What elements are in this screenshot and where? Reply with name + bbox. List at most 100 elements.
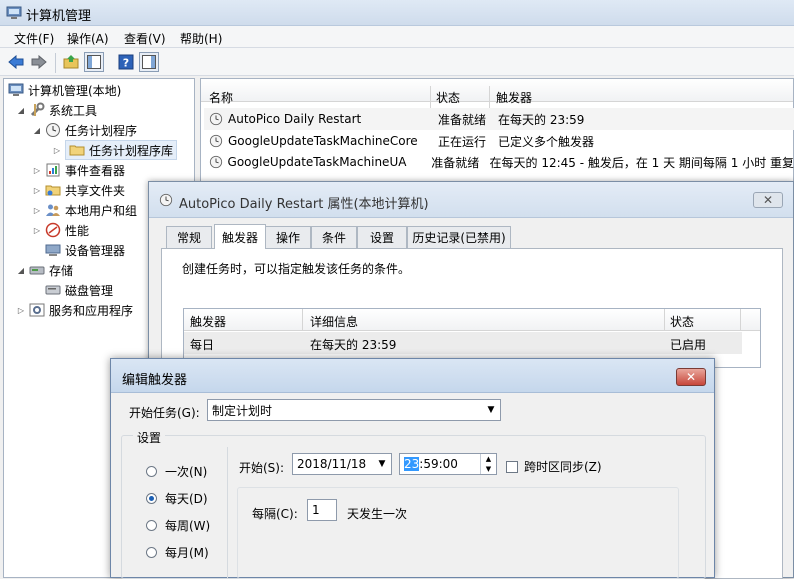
close-icon[interactable]: ✕ <box>676 368 706 386</box>
close-icon[interactable]: ✕ <box>753 192 783 208</box>
task-clock-icon <box>208 154 224 170</box>
tree-item-task-scheduler-library[interactable]: ▷ 任务计划程序库 <box>52 140 177 160</box>
dialog-title-bar <box>111 359 714 393</box>
up-folder-icon[interactable] <box>61 52 81 72</box>
radio-button[interactable] <box>146 520 157 531</box>
recurrence-panel <box>237 487 679 579</box>
task-name: GoogleUpdateTaskMachineUA <box>228 155 432 169</box>
menu-view[interactable]: 查看(V) <box>124 30 166 47</box>
expand-arrow-icon[interactable]: ▷ <box>32 165 42 175</box>
tree-item-event-viewer[interactable]: ▷ 事件查看器 <box>32 160 125 180</box>
menu-file[interactable]: 文件(F) <box>14 30 54 47</box>
forward-arrow-icon[interactable] <box>29 52 49 72</box>
action-pane-icon[interactable] <box>139 52 159 72</box>
radio-button[interactable] <box>146 493 157 504</box>
computer-management-icon <box>6 5 22 21</box>
begin-task-select[interactable]: 制定计划时 ▼ <box>207 399 501 421</box>
grid-column-status[interactable]: 状态 <box>670 313 694 330</box>
spin-down-icon[interactable]: ▼ <box>481 464 496 474</box>
tree-item-label: 系统工具 <box>49 102 97 119</box>
begin-task-label: 开始任务(G): <box>129 404 200 421</box>
task-clock-icon <box>159 193 173 207</box>
storage-icon <box>29 262 45 278</box>
column-separator[interactable] <box>740 309 741 331</box>
table-row[interactable]: GoogleUpdateTaskMachineUA 准备就绪 在每天的 12:4… <box>204 151 794 173</box>
tab-settings[interactable]: 设置 <box>357 226 407 248</box>
grid-cell-trigger: 每日 <box>190 336 214 353</box>
begin-task-value: 制定计划时 <box>212 402 272 419</box>
task-clock-icon <box>208 133 224 149</box>
column-separator[interactable] <box>489 86 490 108</box>
tree-item-system-tools[interactable]: ◢ 系统工具 <box>16 100 97 120</box>
table-row[interactable]: GoogleUpdateTaskMachineCore 正在运行 已定义多个触发… <box>204 130 794 152</box>
show-hide-tree-icon[interactable] <box>84 52 104 72</box>
radio-monthly[interactable]: 每月(M) <box>146 544 209 561</box>
tree-item-label: 任务计划程序库 <box>89 142 173 159</box>
collapse-arrow-icon[interactable]: ◢ <box>32 125 42 135</box>
radio-label: 一次(N) <box>165 463 207 480</box>
tree-item-computer-management[interactable]: 计算机管理(本地) <box>8 80 121 100</box>
expand-arrow-icon[interactable]: ▷ <box>32 185 42 195</box>
column-header-trigger[interactable]: 触发器 <box>496 89 532 106</box>
radio-button[interactable] <box>146 547 157 558</box>
collapse-arrow-icon[interactable]: ◢ <box>16 265 26 275</box>
menu-action[interactable]: 操作(A) <box>67 30 109 47</box>
triggers-description: 创建任务时，可以指定触发该任务的条件。 <box>182 260 410 277</box>
recur-days-input[interactable]: 1 <box>307 499 337 521</box>
tree-item-device-manager[interactable]: 设备管理器 <box>45 240 125 260</box>
task-name: GoogleUpdateTaskMachineCore <box>228 134 438 148</box>
recur-days-value: 1 <box>312 503 320 517</box>
tab-triggers[interactable]: 触发器 <box>214 224 266 249</box>
tree-item-services-applications[interactable]: ▷ 服务和应用程序 <box>16 300 133 320</box>
start-date-picker[interactable]: 2018/11/18 ▼ <box>292 453 392 475</box>
window-title: 计算机管理 <box>26 5 91 24</box>
expand-arrow-icon[interactable]: ▷ <box>16 305 26 315</box>
tab-actions[interactable]: 操作 <box>265 226 311 248</box>
radio-button[interactable] <box>146 466 157 477</box>
services-icon <box>29 302 45 318</box>
grid-column-trigger[interactable]: 触发器 <box>190 313 226 330</box>
tree-item-performance[interactable]: ▷ 性能 <box>32 220 89 240</box>
help-icon[interactable]: ? <box>116 52 136 72</box>
tree-item-label: 设备管理器 <box>65 242 125 259</box>
start-time-rest: :59:00 <box>419 457 458 471</box>
start-date-value: 2018/11/18 <box>297 457 366 471</box>
start-time-input[interactable]: 23 :59:00 ▲ ▼ <box>399 453 497 475</box>
radio-once[interactable]: 一次(N) <box>146 463 207 480</box>
tree-item-local-users-groups[interactable]: ▷ 本地用户和组 <box>32 200 137 220</box>
tree-item-task-scheduler[interactable]: ◢ 任务计划程序 <box>32 120 137 140</box>
sync-timezone-checkbox[interactable]: 跨时区同步(Z) <box>506 458 602 475</box>
tab-history[interactable]: 历史记录(已禁用) <box>407 226 511 248</box>
radio-weekly[interactable]: 每周(W) <box>146 517 210 534</box>
menu-help[interactable]: 帮助(H) <box>180 30 222 47</box>
grid-column-details[interactable]: 详细信息 <box>310 313 358 330</box>
tree-item-shared-folders[interactable]: ▷ 共享文件夹 <box>32 180 125 200</box>
column-separator[interactable] <box>430 86 431 108</box>
tree-item-storage[interactable]: ◢ 存储 <box>16 260 73 280</box>
column-separator[interactable] <box>664 309 665 331</box>
tab-conditions[interactable]: 条件 <box>311 226 357 248</box>
column-separator[interactable] <box>302 309 303 331</box>
spin-up-icon[interactable]: ▲ <box>481 454 496 464</box>
back-arrow-icon[interactable] <box>6 52 26 72</box>
tab-general[interactable]: 常规 <box>166 226 212 248</box>
dialog-title: 编辑触发器 <box>122 369 187 388</box>
task-trigger: 已定义多个触发器 <box>498 133 594 150</box>
collapse-arrow-icon[interactable]: ◢ <box>16 105 26 115</box>
table-row[interactable] <box>184 332 742 354</box>
checkbox-label: 跨时区同步(Z) <box>524 458 602 475</box>
task-trigger: 在每天的 23:59 <box>498 111 584 128</box>
computer-icon <box>8 82 24 98</box>
expand-arrow-icon[interactable]: ▷ <box>32 205 42 215</box>
column-header-status[interactable]: 状态 <box>436 89 460 106</box>
radio-daily[interactable]: 每天(D) <box>146 490 208 507</box>
column-header-name[interactable]: 名称 <box>209 89 233 106</box>
expand-arrow-icon[interactable]: ▷ <box>52 145 62 155</box>
time-spinner[interactable]: ▲ ▼ <box>480 454 496 474</box>
table-row[interactable]: AutoPico Daily Restart 准备就绪 在每天的 23:59 <box>204 108 794 130</box>
expand-arrow-icon[interactable]: ▷ <box>32 225 42 235</box>
tree-selection: 任务计划程序库 <box>65 140 177 160</box>
checkbox[interactable] <box>506 461 518 473</box>
users-icon <box>45 202 61 218</box>
tree-item-disk-management[interactable]: 磁盘管理 <box>45 280 113 300</box>
